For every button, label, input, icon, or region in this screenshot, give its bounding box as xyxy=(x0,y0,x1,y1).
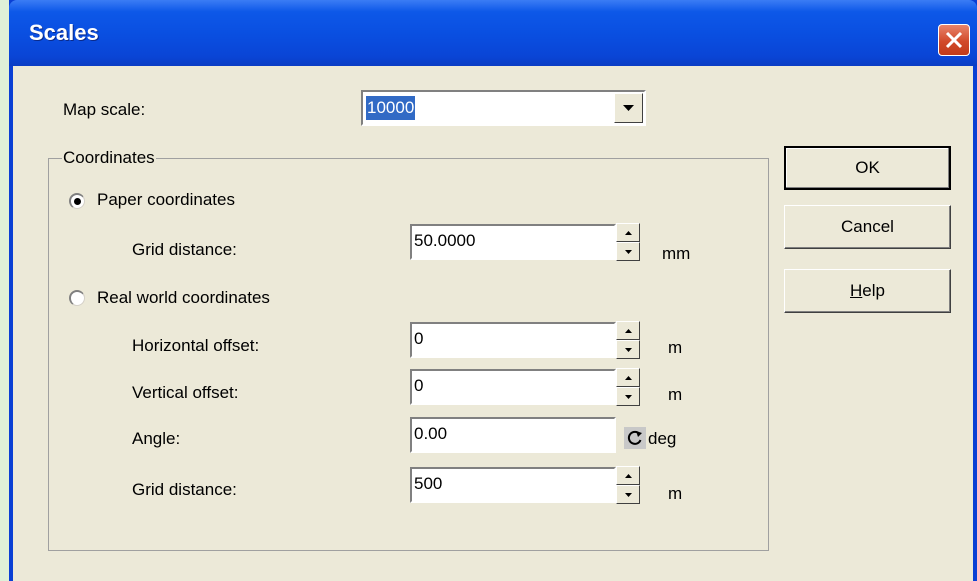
help-button[interactable]: Help xyxy=(784,269,951,313)
map-scale-combo[interactable]: 10000 xyxy=(361,90,646,126)
real-grid-distance-unit: m xyxy=(668,484,683,503)
close-button[interactable] xyxy=(938,24,970,56)
spin-down-icon xyxy=(625,348,632,352)
paper-coordinates-label[interactable]: Paper coordinates xyxy=(97,190,235,210)
coordinates-group-label: Coordinates xyxy=(62,148,156,168)
angle-label: Angle: xyxy=(132,429,181,448)
spin-up-button[interactable] xyxy=(616,321,640,340)
paper-grid-distance-unit: mm xyxy=(662,244,691,263)
window-title: Scales xyxy=(29,20,99,45)
spin-up-button[interactable] xyxy=(616,223,640,242)
help-label-rest: elp xyxy=(862,281,885,300)
paper-grid-distance-spinner[interactable] xyxy=(616,223,640,261)
vertical-offset-spinner[interactable] xyxy=(616,368,640,406)
real-grid-distance-label: Grid distance: xyxy=(132,480,237,499)
real-grid-distance-spinner[interactable] xyxy=(616,466,640,504)
scales-dialog: Scales Map scale: 10000 Coordinates Pape… xyxy=(9,0,977,581)
ok-button[interactable]: OK xyxy=(784,146,951,190)
dropdown-arrow-icon xyxy=(623,105,634,111)
map-scale-label: Map scale: xyxy=(63,100,146,119)
spin-up-icon xyxy=(625,329,632,333)
angle-input[interactable]: 0.00 xyxy=(410,417,616,453)
horizontal-offset-label: Horizontal offset: xyxy=(132,336,260,355)
spin-down-icon xyxy=(625,493,632,497)
real-world-coordinates-label[interactable]: Real world coordinates xyxy=(97,288,270,308)
real-world-coordinates-radio[interactable] xyxy=(69,290,85,306)
vertical-offset-input[interactable]: 0 xyxy=(410,369,616,405)
map-scale-value[interactable]: 10000 xyxy=(366,96,416,120)
paper-grid-distance-label: Grid distance: xyxy=(132,240,237,259)
horizontal-offset-input[interactable]: 0 xyxy=(410,322,616,358)
rotate-icon xyxy=(627,430,642,445)
spin-down-button[interactable] xyxy=(616,387,640,406)
spin-down-button[interactable] xyxy=(616,485,640,504)
spin-up-button[interactable] xyxy=(616,466,640,485)
vertical-offset-label: Vertical offset: xyxy=(132,383,239,402)
spin-up-icon xyxy=(625,376,632,380)
title-bar[interactable]: Scales xyxy=(9,0,977,66)
radio-selected-dot xyxy=(74,198,81,205)
close-icon xyxy=(945,31,963,49)
dialog-body: Map scale: 10000 Coordinates Paper coord… xyxy=(13,66,973,581)
horizontal-offset-unit: m xyxy=(668,338,683,357)
cancel-button[interactable]: Cancel xyxy=(784,205,951,249)
angle-unit: deg xyxy=(648,429,677,448)
vertical-offset-unit: m xyxy=(668,385,683,404)
spin-up-icon xyxy=(625,474,632,478)
rotate-button[interactable] xyxy=(624,427,646,449)
spin-up-button[interactable] xyxy=(616,368,640,387)
real-grid-distance-input[interactable]: 500 xyxy=(410,467,616,503)
spin-down-button[interactable] xyxy=(616,242,640,261)
horizontal-offset-spinner[interactable] xyxy=(616,321,640,359)
paper-coordinates-radio[interactable] xyxy=(69,193,85,209)
paper-grid-distance-input[interactable]: 50.0000 xyxy=(410,224,616,260)
map-scale-dropdown-button[interactable] xyxy=(614,93,643,123)
spin-up-icon xyxy=(625,231,632,235)
spin-down-button[interactable] xyxy=(616,340,640,359)
spin-down-icon xyxy=(625,250,632,254)
spin-down-icon xyxy=(625,395,632,399)
help-mnemonic: H xyxy=(850,281,863,300)
